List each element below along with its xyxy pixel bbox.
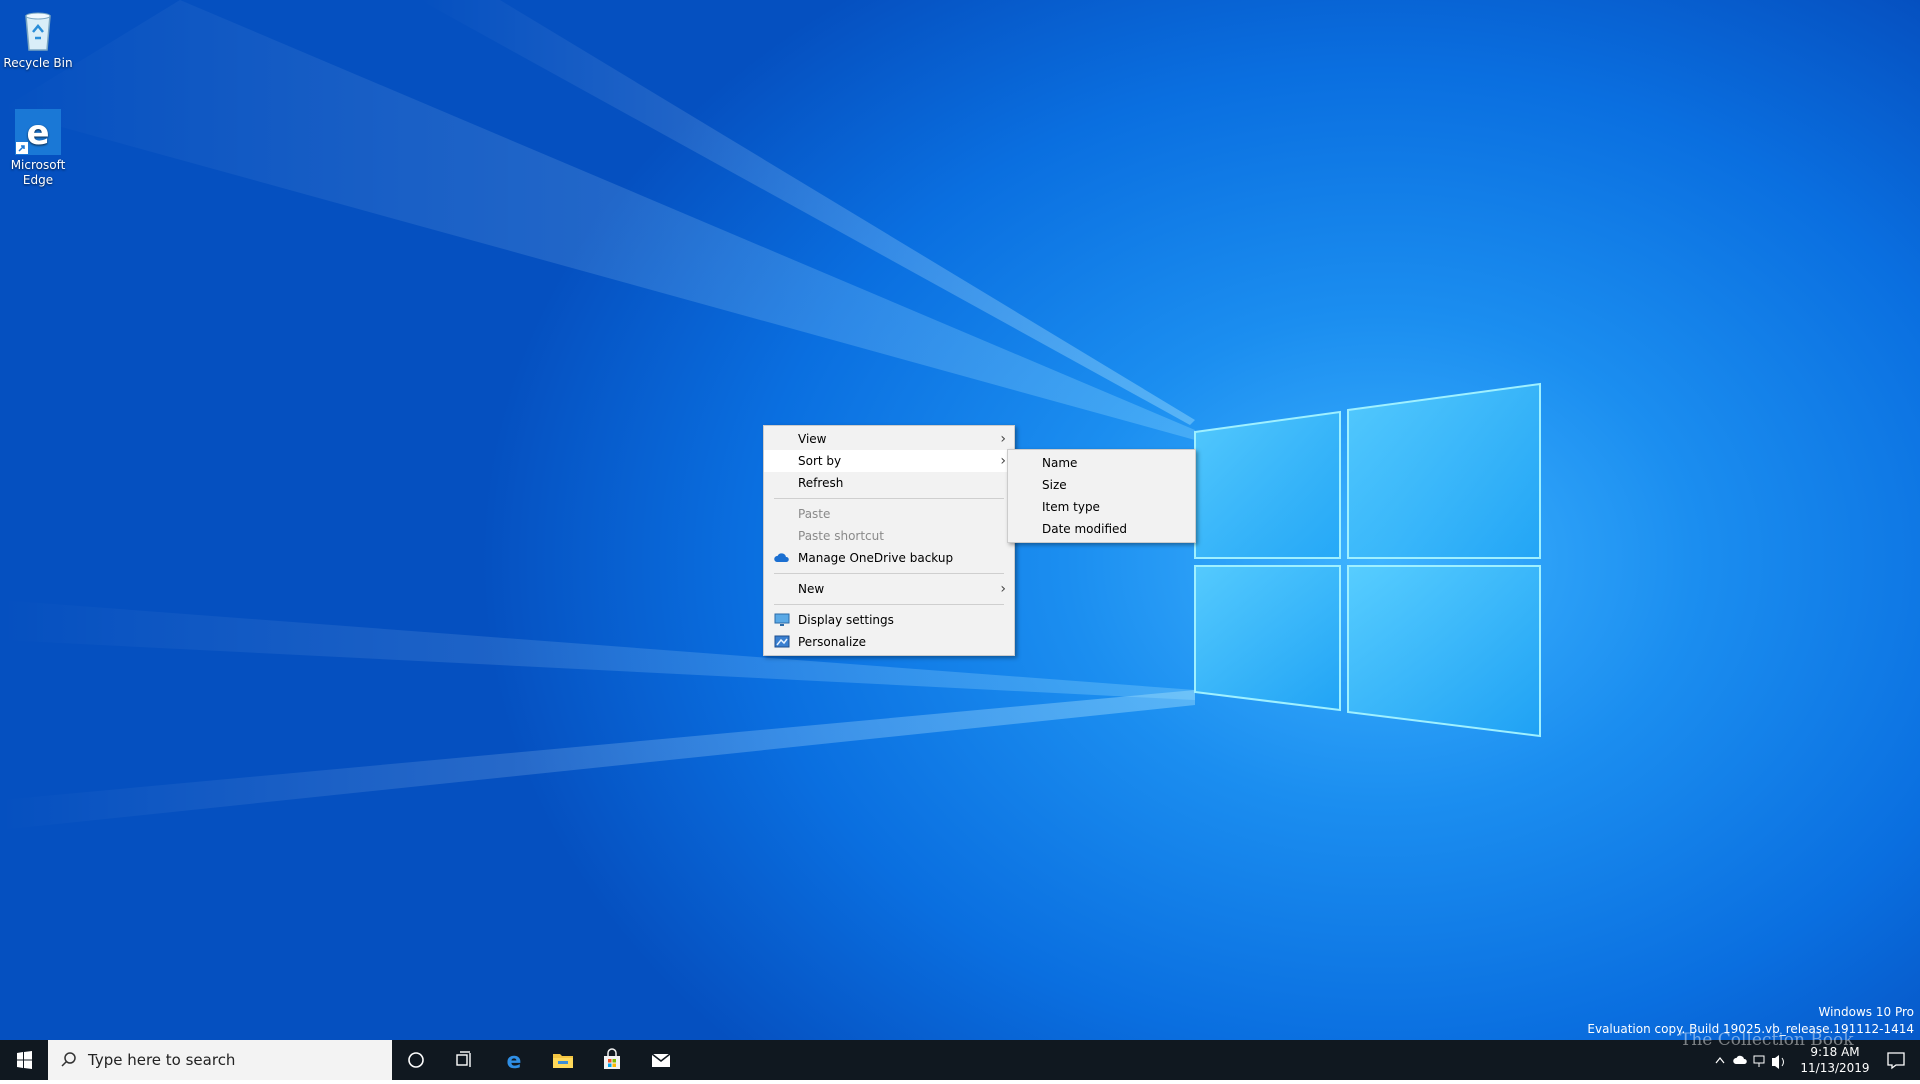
sort-option-item-type-label: Item type xyxy=(1042,500,1100,514)
brand-overlay-text: The Collection Book xyxy=(1680,1030,1854,1050)
start-button[interactable] xyxy=(0,1040,48,1080)
menu-item-paste: Paste xyxy=(764,503,1014,525)
recycle-bin-icon xyxy=(14,6,62,54)
taskbar-mail-button[interactable] xyxy=(637,1040,685,1080)
windows-logo xyxy=(1194,382,1541,738)
menu-item-onedrive-label: Manage OneDrive backup xyxy=(798,551,954,565)
taskbar-store-button[interactable] xyxy=(588,1040,636,1080)
task-view-button[interactable] xyxy=(440,1040,488,1080)
menu-separator xyxy=(774,498,1004,499)
onedrive-tray-icon[interactable] xyxy=(1733,1055,1747,1064)
menu-item-view[interactable]: View › xyxy=(764,428,1014,450)
menu-item-refresh-label: Refresh xyxy=(798,476,844,490)
sort-option-size[interactable]: Size xyxy=(1008,474,1195,496)
chevron-right-icon: › xyxy=(1000,453,1006,469)
recycle-bin-shortcut[interactable]: Recycle Bin xyxy=(0,6,76,71)
search-icon xyxy=(61,1052,76,1067)
edge-icon: e xyxy=(507,1049,522,1072)
action-center-button[interactable] xyxy=(1872,1040,1920,1080)
svg-text:e: e xyxy=(26,113,49,153)
network-icon[interactable] xyxy=(1753,1055,1765,1067)
svg-text:e: e xyxy=(507,1049,522,1072)
folder-icon xyxy=(553,1054,573,1068)
onedrive-cloud-icon xyxy=(774,553,789,562)
sort-option-size-label: Size xyxy=(1042,478,1067,492)
menu-item-paste-shortcut: Paste shortcut xyxy=(764,525,1014,547)
menu-item-onedrive-backup[interactable]: Manage OneDrive backup xyxy=(764,547,1014,569)
menu-item-new[interactable]: New › xyxy=(764,578,1014,600)
sort-option-date-modified-label: Date modified xyxy=(1042,522,1128,536)
sort-option-name-label: Name xyxy=(1042,456,1078,470)
menu-item-personalize[interactable]: Personalize xyxy=(764,631,1014,653)
display-icon xyxy=(774,613,790,626)
cortana-button[interactable] xyxy=(392,1040,440,1080)
mail-icon xyxy=(651,1053,671,1067)
sort-option-date-modified[interactable]: Date modified xyxy=(1008,518,1195,540)
recycle-bin-label: Recycle Bin xyxy=(3,56,73,70)
menu-item-new-label: New xyxy=(798,582,825,596)
menu-item-sort-by-label: Sort by xyxy=(798,454,842,468)
menu-item-display-settings[interactable]: Display settings xyxy=(764,609,1014,631)
taskbar-edge-button[interactable]: e xyxy=(490,1040,538,1080)
edge-icon: e xyxy=(14,108,62,156)
clock-date: 11/13/2019 xyxy=(1800,1061,1870,1075)
edge-label: Microsoft Edge xyxy=(10,158,66,187)
edge-shortcut[interactable]: e Microsoft Edge xyxy=(0,108,76,188)
search-placeholder: Type here to search xyxy=(88,1051,236,1069)
chevron-right-icon: › xyxy=(1000,431,1006,447)
sort-option-item-type[interactable]: Item type xyxy=(1008,496,1195,518)
taskbar-file-explorer-button[interactable] xyxy=(539,1040,587,1080)
menu-item-paste-shortcut-label: Paste shortcut xyxy=(798,529,884,543)
taskbar-search-box[interactable]: Type here to search xyxy=(48,1040,392,1080)
menu-item-refresh[interactable]: Refresh xyxy=(764,472,1014,494)
desktop-context-menu: View › Sort by › Refresh Paste Paste sho… xyxy=(763,425,1015,656)
menu-separator xyxy=(774,573,1004,574)
store-bag-icon xyxy=(604,1048,620,1069)
menu-item-paste-label: Paste xyxy=(798,507,831,521)
menu-item-display-settings-label: Display settings xyxy=(798,613,894,627)
volume-icon[interactable] xyxy=(1772,1055,1784,1069)
notification-icon xyxy=(1887,1052,1905,1070)
windows-start-icon xyxy=(17,1051,32,1069)
menu-separator xyxy=(774,604,1004,605)
sort-by-submenu: Name Size Item type Date modified xyxy=(1007,449,1196,543)
chevron-right-icon: › xyxy=(1000,581,1006,597)
menu-item-view-label: View xyxy=(798,432,827,446)
sort-option-name[interactable]: Name xyxy=(1008,452,1195,474)
cortana-circle-icon xyxy=(408,1052,424,1068)
brand-overlay-watermark: The Collection Book xyxy=(1680,1030,1854,1050)
task-view-icon xyxy=(456,1051,471,1067)
watermark-edition: Windows 10 Pro xyxy=(1818,1005,1914,1019)
personalize-icon xyxy=(774,635,790,648)
menu-item-sort-by[interactable]: Sort by › xyxy=(764,450,1014,472)
menu-item-personalize-label: Personalize xyxy=(798,635,867,649)
desktop-background[interactable]: Recycle Bin e Microsoft Edge View › Sort… xyxy=(0,0,1920,1040)
chevron-up-icon[interactable] xyxy=(1715,1057,1725,1064)
taskbar: Type here to search e 9:18 AM 11/13/2019 xyxy=(0,1040,1920,1080)
